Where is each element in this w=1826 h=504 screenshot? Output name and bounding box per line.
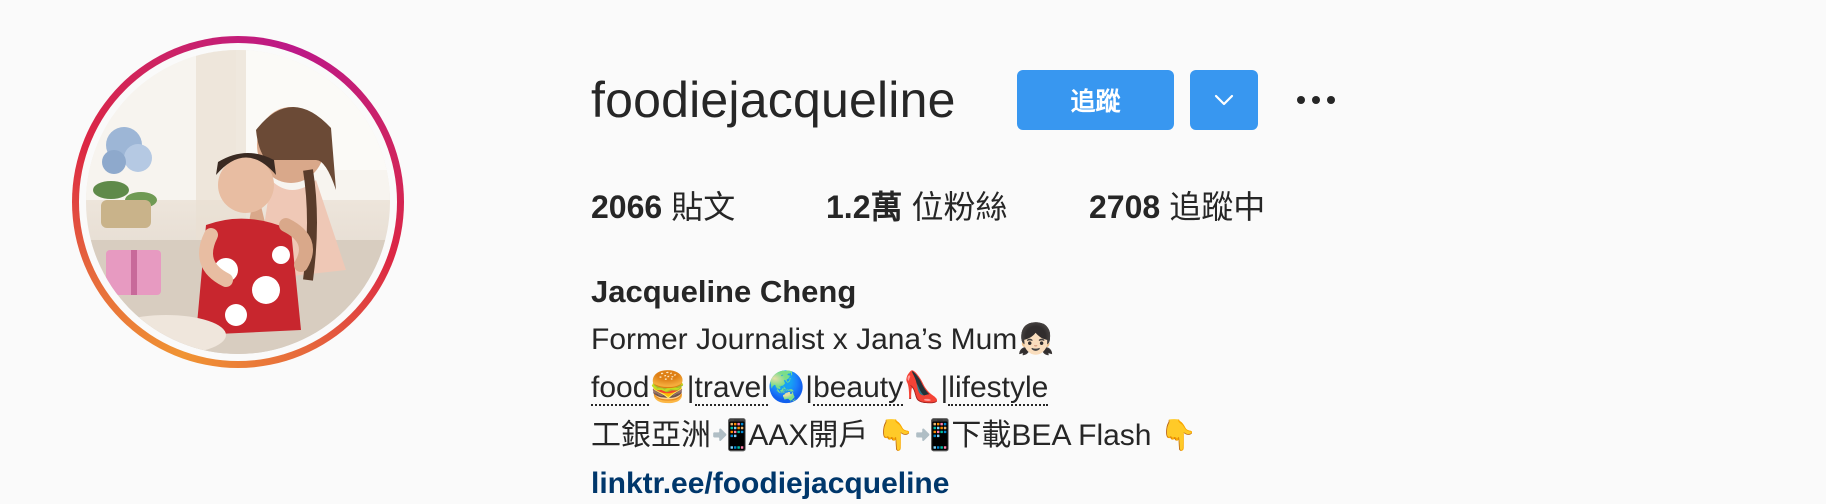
bio-emoji-separator: 🌏| [767, 371, 814, 404]
bio-line-2: food🍔|travel🌏|beauty👠|lifestyle [591, 364, 1197, 412]
avatar-photo-illustration [86, 50, 390, 354]
avatar[interactable] [86, 50, 390, 354]
bio-line-1: Former Journalist x Jana’s Mum👧🏻 [591, 323, 1055, 356]
bio: Jacqueline Cheng Former Journalist x Jan… [591, 268, 1197, 504]
more-options-button[interactable] [1294, 80, 1338, 120]
bio-hashtag-beauty[interactable]: beauty [813, 371, 904, 406]
follow-button[interactable]: 追蹤 [1017, 70, 1174, 130]
posts-count: 2066 [591, 189, 663, 225]
bio-line-3: 工銀亞洲📲AAX開戶 👇📲下載BEA Flash 👇 [591, 419, 1198, 452]
bio-external-link[interactable]: linktr.ee/foodiejacqueline [591, 460, 1197, 504]
posts-label: 貼文 [671, 189, 736, 225]
bio-emoji-separator: 👠| [903, 371, 949, 404]
following-label[interactable]: 追蹤中 [1169, 185, 1265, 229]
following-count[interactable]: 2708 [1089, 185, 1160, 229]
profile-stats: 2066 貼文 1.2萬 位粉絲 2708 追蹤中 [591, 185, 1265, 229]
avatar-gap [79, 43, 397, 361]
posts-stat: 2066 貼文 [591, 185, 826, 229]
bio-emoji-separator: 🍔| [649, 371, 695, 404]
suggested-accounts-dropdown-button[interactable] [1190, 70, 1258, 130]
following-stat[interactable]: 2708 追蹤中 [1089, 185, 1265, 229]
bio-hashtag-travel[interactable]: travel [694, 371, 768, 406]
bio-hashtag-lifestyle[interactable]: lifestyle [948, 371, 1049, 406]
story-ring[interactable] [72, 36, 404, 368]
username: foodiejacqueline [591, 72, 956, 128]
profile-header: foodiejacqueline 追蹤 2066 貼文 1.2萬 位粉絲 270… [0, 0, 1826, 504]
more-options-icon [1297, 96, 1335, 104]
bio-hashtag-food[interactable]: food [591, 371, 650, 406]
followers-count[interactable]: 1.2萬 [826, 185, 903, 229]
full-name: Jacqueline Cheng [591, 274, 857, 309]
followers-stat[interactable]: 1.2萬 位粉絲 [826, 185, 1089, 229]
followers-label[interactable]: 位粉絲 [912, 185, 1008, 229]
chevron-down-icon [1214, 94, 1234, 106]
